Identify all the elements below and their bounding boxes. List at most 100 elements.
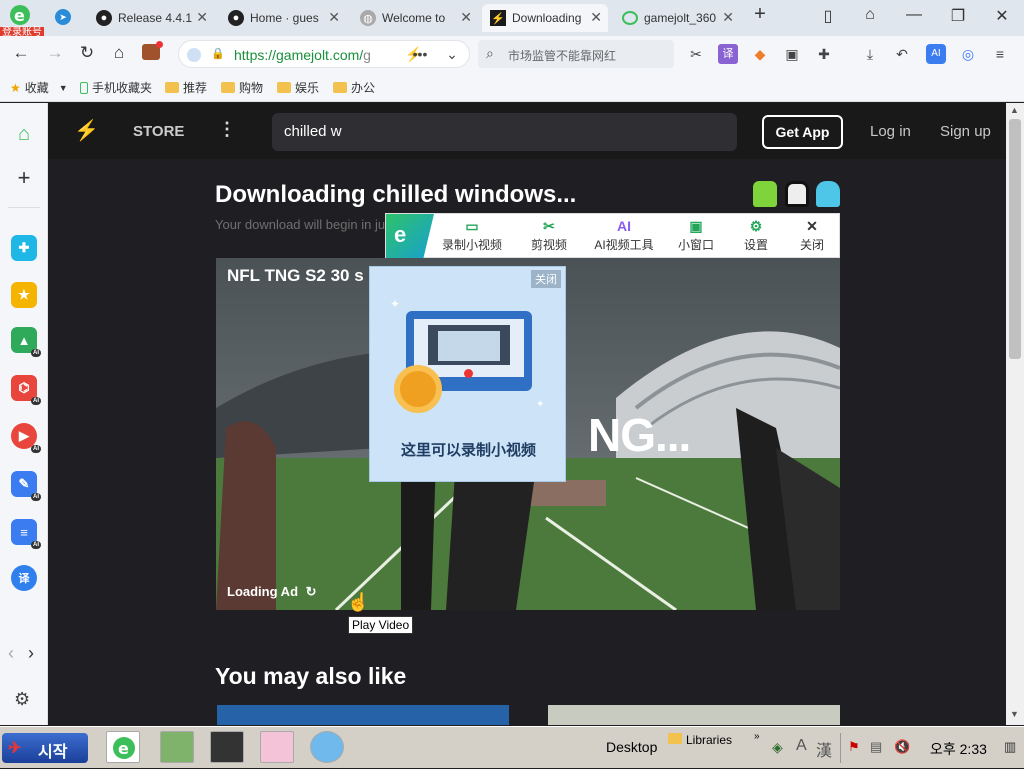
scroll-up-icon[interactable]: ▲ bbox=[1010, 105, 1019, 115]
extensions-icon[interactable]: ✚ bbox=[814, 44, 834, 64]
folder-icon bbox=[668, 733, 682, 744]
paint-app-icon[interactable] bbox=[260, 731, 294, 763]
sync-icon[interactable]: ◎ bbox=[958, 44, 978, 64]
desktop-label[interactable]: Desktop bbox=[606, 739, 657, 755]
close-tab-icon[interactable]: ✕ bbox=[722, 9, 734, 26]
bookmark-office[interactable]: 办公 bbox=[333, 79, 375, 96]
home-button[interactable]: ⌂ bbox=[108, 43, 130, 63]
ime-icon[interactable]: ◈ bbox=[772, 739, 783, 756]
tab-title: Home · gues bbox=[250, 11, 319, 25]
tab-release[interactable]: ● Release 4.4.1 ✕ bbox=[88, 4, 214, 32]
login-link[interactable]: Log in bbox=[870, 123, 911, 140]
browser-taskbar-icon[interactable]: e bbox=[106, 731, 140, 763]
write-ai-icon[interactable]: ✎ AI bbox=[11, 471, 41, 501]
site-info-icon[interactable] bbox=[187, 48, 201, 62]
toolbar-expand-icon[interactable]: » bbox=[754, 731, 760, 742]
gamejolt-logo-icon[interactable]: ⚡ bbox=[74, 118, 99, 143]
home-icon[interactable]: ⌂ bbox=[11, 121, 37, 147]
translate-app-icon[interactable]: 译 bbox=[11, 565, 37, 591]
new-tab-button[interactable]: + bbox=[748, 3, 772, 26]
tab-welcome[interactable]: ◍ Welcome to ✕ bbox=[352, 4, 478, 32]
recommend-card[interactable] bbox=[548, 705, 840, 725]
add-icon[interactable]: + bbox=[11, 165, 37, 191]
video-ai-icon[interactable]: ▶ AI bbox=[11, 423, 41, 453]
tool-label: 剪视频 bbox=[530, 238, 567, 252]
page-scrollbar[interactable]: ▲ ▼ bbox=[1006, 103, 1024, 725]
image-ai-icon[interactable]: ▲ AI bbox=[11, 327, 41, 357]
popup-close-button[interactable]: 关闭 bbox=[531, 270, 561, 288]
doc-ai-icon[interactable]: ≡ AI bbox=[11, 519, 41, 549]
ime-han-label[interactable]: 漢 bbox=[816, 737, 832, 761]
cut-video-tool[interactable]: ✂ 剪视频 bbox=[524, 218, 574, 253]
sidebar-next-icon[interactable]: › bbox=[28, 643, 34, 664]
lock-icon[interactable]: 🔒 bbox=[211, 47, 225, 61]
signup-link[interactable]: Sign up bbox=[940, 123, 991, 140]
ai-video-tool[interactable]: AI AI视频工具 bbox=[592, 218, 656, 253]
show-desktop-icon[interactable]: ▥ bbox=[1004, 739, 1016, 755]
scroll-down-icon[interactable]: ▼ bbox=[1010, 709, 1019, 719]
plus-app-icon[interactable]: ✚ bbox=[11, 235, 37, 261]
shell-app-icon[interactable] bbox=[310, 731, 344, 763]
more-actions-icon[interactable]: ••• bbox=[410, 44, 430, 64]
undo-icon[interactable]: ↶ bbox=[892, 44, 912, 64]
close-tab-icon[interactable]: ✕ bbox=[328, 9, 340, 26]
mini-window-tool[interactable]: ▣ 小窗口 bbox=[672, 218, 720, 253]
play-video-tooltip: Play Video bbox=[348, 616, 414, 634]
start-button[interactable]: ✈ 시작 bbox=[2, 733, 88, 763]
action-center-icon[interactable]: ⚑ bbox=[848, 739, 860, 755]
briefcase-icon[interactable] bbox=[142, 41, 163, 60]
menu-icon[interactable]: ≡ bbox=[990, 44, 1010, 64]
reload-button[interactable]: ↻ bbox=[76, 43, 98, 63]
telegram-icon[interactable]: ➤ bbox=[55, 9, 71, 25]
get-app-button[interactable]: Get App bbox=[762, 115, 843, 149]
dropdown-icon[interactable]: ⌄ bbox=[442, 44, 462, 64]
scroll-thumb[interactable] bbox=[1009, 119, 1021, 359]
star-app-icon[interactable]: ★ bbox=[11, 282, 37, 308]
ai-assistant-icon[interactable]: AI bbox=[926, 44, 946, 64]
map-app-icon[interactable] bbox=[160, 731, 194, 763]
volume-muted-icon[interactable]: 🔇 bbox=[894, 739, 910, 755]
bookmark-shopping[interactable]: 购物 bbox=[221, 79, 263, 96]
store-link[interactable]: STORE bbox=[133, 123, 184, 140]
close-tab-icon[interactable]: ✕ bbox=[460, 9, 472, 26]
minimize-button[interactable]: — bbox=[902, 6, 926, 24]
record-video-tool[interactable]: ▭ 录制小视频 bbox=[442, 218, 502, 253]
bookmark-mobile[interactable]: 手机收藏夹 bbox=[80, 79, 152, 96]
tab-gamejolt-search[interactable]: gamejolt_360 ✕ bbox=[614, 4, 740, 32]
sidebar-toggle-icon[interactable]: ▯ bbox=[816, 6, 840, 26]
download-icon[interactable]: ⤓ bbox=[860, 44, 880, 64]
scissors-icon[interactable]: ✂ bbox=[686, 44, 706, 64]
ime-a-label[interactable]: A bbox=[796, 737, 807, 755]
video-editor-icon[interactable] bbox=[210, 731, 244, 763]
translate-icon[interactable]: 译 bbox=[718, 44, 738, 64]
bookmark-favorites[interactable]: ★ 收藏 ▼ bbox=[10, 79, 68, 96]
close-tab-icon[interactable]: ✕ bbox=[196, 9, 208, 26]
game-icon[interactable]: ◆ bbox=[750, 44, 770, 64]
bookmark-entertainment[interactable]: 娱乐 bbox=[277, 79, 319, 96]
sidebar-prev-icon[interactable]: ‹ bbox=[8, 643, 14, 664]
libraries-toolbar[interactable]: Libraries bbox=[668, 733, 732, 747]
recommend-card[interactable] bbox=[217, 705, 509, 725]
settings-tool[interactable]: ⚙ 设置 bbox=[736, 218, 776, 253]
reader-icon[interactable]: ▣ bbox=[782, 44, 802, 64]
search-input[interactable]: ⌕ 市场监管不能靠网红 bbox=[478, 40, 674, 68]
restore-button[interactable]: ❐ bbox=[946, 6, 970, 26]
pdf-ai-icon[interactable]: ⌬ AI bbox=[11, 375, 41, 405]
folder-icon bbox=[333, 82, 347, 93]
network-icon[interactable]: ▤ bbox=[870, 739, 882, 755]
address-bar-row: ← → ↻ ⌂ 🔒 https://gamejolt.com/g ⚡ ••• ⌄… bbox=[0, 36, 1024, 72]
browser-logo-icon[interactable]: e bbox=[6, 3, 36, 29]
back-button[interactable]: ← bbox=[10, 43, 32, 63]
forward-button[interactable]: → bbox=[44, 43, 66, 63]
bookmark-recommend[interactable]: 推荐 bbox=[165, 79, 207, 96]
tab-downloading[interactable]: ⚡ Downloading ✕ bbox=[482, 4, 608, 32]
shirt-icon[interactable]: ⌂ bbox=[858, 6, 882, 24]
close-tool[interactable]: ✕ 关闭 bbox=[792, 218, 832, 253]
close-tab-icon[interactable]: ✕ bbox=[590, 9, 602, 26]
settings-icon[interactable]: ⚙ bbox=[14, 689, 30, 710]
more-menu-icon[interactable]: ⋮ bbox=[218, 119, 236, 140]
close-window-button[interactable]: ✕ bbox=[990, 6, 1014, 26]
tab-home-guest[interactable]: ● Home · gues ✕ bbox=[220, 4, 346, 32]
site-search-input[interactable]: chilled w bbox=[272, 113, 737, 151]
clock[interactable]: 오후 2:33 bbox=[930, 739, 987, 759]
